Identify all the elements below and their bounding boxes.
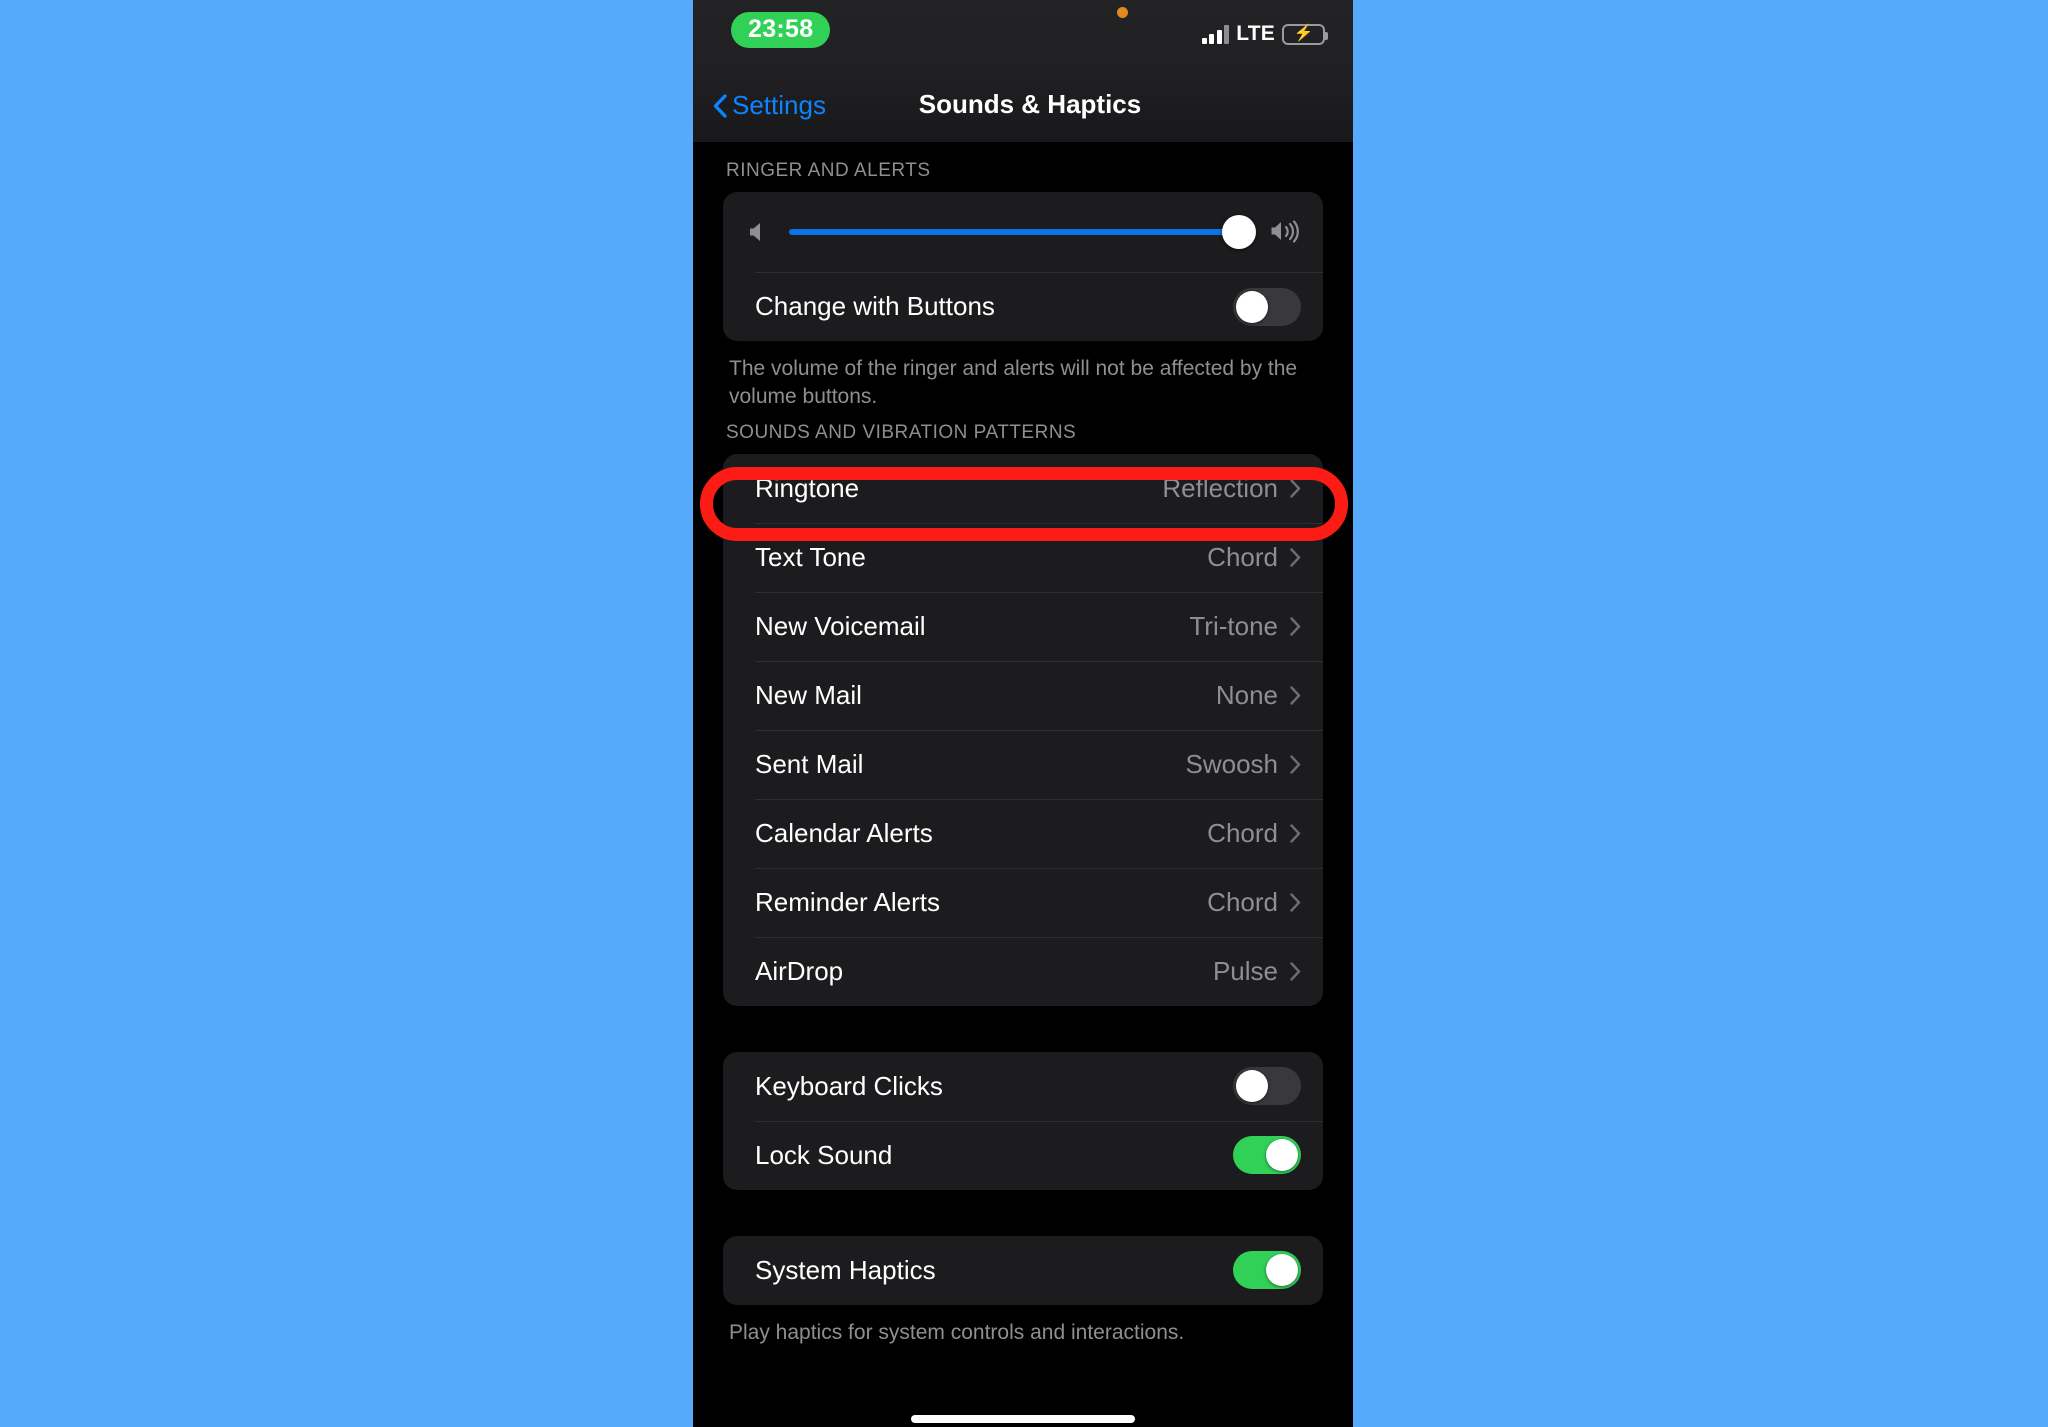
haptics-card: System Haptics xyxy=(723,1235,1323,1305)
chevron-right-icon xyxy=(1290,823,1301,843)
sound-row-airdrop[interactable]: AirDrop Pulse xyxy=(723,936,1323,1006)
home-indicator[interactable] xyxy=(911,1415,1135,1423)
system-haptics-row[interactable]: System Haptics xyxy=(723,1236,1323,1305)
row-value: Reflection xyxy=(1162,472,1278,503)
slider-thumb[interactable] xyxy=(1222,215,1257,249)
keyboard-clicks-row[interactable]: Keyboard Clicks xyxy=(723,1052,1323,1121)
row-value: Chord xyxy=(1207,886,1278,917)
page-title: Sounds & Haptics xyxy=(918,89,1142,119)
row-label: New Mail xyxy=(755,679,862,710)
row-label: New Voicemail xyxy=(755,610,926,641)
system-haptics-label: System Haptics xyxy=(755,1254,936,1285)
slider-fill xyxy=(789,229,1240,235)
haptics-footnote: Play haptics for system controls and int… xyxy=(729,1320,1185,1344)
row-label: Calendar Alerts xyxy=(755,817,933,848)
sound-row-reminder-alerts[interactable]: Reminder Alerts Chord xyxy=(723,867,1323,937)
battery-charging-icon: ⚡ xyxy=(1282,23,1328,45)
change-with-buttons-row[interactable]: Change with Buttons xyxy=(723,272,1323,341)
sound-row-new-voicemail[interactable]: New Voicemail Tri-tone xyxy=(723,591,1323,661)
navigation-bar: Settings Sounds & Haptics xyxy=(693,78,1353,142)
row-label: AirDrop xyxy=(755,955,844,986)
change-with-buttons-toggle[interactable] xyxy=(1233,287,1301,326)
orange-privacy-dot-icon xyxy=(1117,7,1128,18)
sound-row-calendar-alerts[interactable]: Calendar Alerts Chord xyxy=(723,798,1323,868)
sounds-section-header: SOUNDS AND VIBRATION PATTERNS xyxy=(726,421,1077,443)
row-value: Chord xyxy=(1207,817,1278,848)
slider-track xyxy=(789,229,1253,235)
sounds-card: Ringtone Reflection Text Tone Chord New … xyxy=(723,453,1323,1006)
lock-sound-label: Lock Sound xyxy=(755,1139,893,1170)
sound-row-text-tone[interactable]: Text Tone Chord xyxy=(723,522,1323,592)
row-value: Tri-tone xyxy=(1189,610,1278,641)
chevron-right-icon xyxy=(1290,616,1301,636)
ringer-footnote: The volume of the ringer and alerts will… xyxy=(729,357,1298,409)
sound-row-sent-mail[interactable]: Sent Mail Swoosh xyxy=(723,729,1323,799)
speaker-high-icon xyxy=(1271,220,1299,243)
screenshot-canvas: 23:58 LTE ⚡ Settings Sounds & Haptics RI… xyxy=(0,0,2048,1427)
row-value: Pulse xyxy=(1212,955,1278,986)
row-label: Text Tone xyxy=(755,541,866,572)
row-label: Reminder Alerts xyxy=(755,886,940,917)
lock-sound-toggle[interactable] xyxy=(1233,1136,1301,1175)
clicks-card: Keyboard Clicks Lock Sound xyxy=(723,1051,1323,1190)
keyboard-clicks-toggle[interactable] xyxy=(1233,1067,1301,1106)
ringer-card: Change with Buttons xyxy=(723,192,1323,341)
sound-row-new-mail[interactable]: New Mail None xyxy=(723,660,1323,730)
chevron-right-icon xyxy=(1290,685,1301,705)
row-label: Sent Mail xyxy=(755,748,864,779)
system-haptics-toggle[interactable] xyxy=(1233,1251,1301,1290)
ringer-section-header: RINGER AND ALERTS xyxy=(726,160,931,181)
chevron-right-icon xyxy=(1290,961,1301,981)
carrier-label: LTE xyxy=(1236,22,1275,45)
status-indicators: LTE ⚡ xyxy=(1201,22,1328,46)
chevron-right-icon xyxy=(1290,754,1301,774)
sound-row-ringtone[interactable]: Ringtone Reflection xyxy=(723,454,1323,523)
ringer-volume-slider[interactable] xyxy=(789,215,1257,249)
speaker-low-icon xyxy=(750,223,760,241)
lock-sound-row[interactable]: Lock Sound xyxy=(723,1120,1323,1190)
ringer-volume-row xyxy=(723,192,1323,272)
chevron-right-icon xyxy=(1290,892,1301,912)
row-value: None xyxy=(1215,679,1278,710)
chevron-right-icon xyxy=(1290,547,1301,567)
change-with-buttons-label: Change with Buttons xyxy=(755,291,995,321)
row-value: Swoosh xyxy=(1185,748,1279,779)
keyboard-clicks-label: Keyboard Clicks xyxy=(755,1070,943,1101)
row-value: Chord xyxy=(1207,541,1278,572)
status-bar: 23:58 LTE ⚡ xyxy=(693,0,1353,78)
phone-screen: 23:58 LTE ⚡ Settings Sounds & Haptics RI… xyxy=(693,0,1353,1427)
row-label: Ringtone xyxy=(755,472,860,503)
status-time-pill[interactable]: 23:58 xyxy=(731,12,831,49)
settings-content: RINGER AND ALERTS Change with Buttons Th… xyxy=(693,142,1353,1427)
cellular-bars-icon xyxy=(1201,24,1230,44)
chevron-right-icon xyxy=(1290,478,1301,498)
